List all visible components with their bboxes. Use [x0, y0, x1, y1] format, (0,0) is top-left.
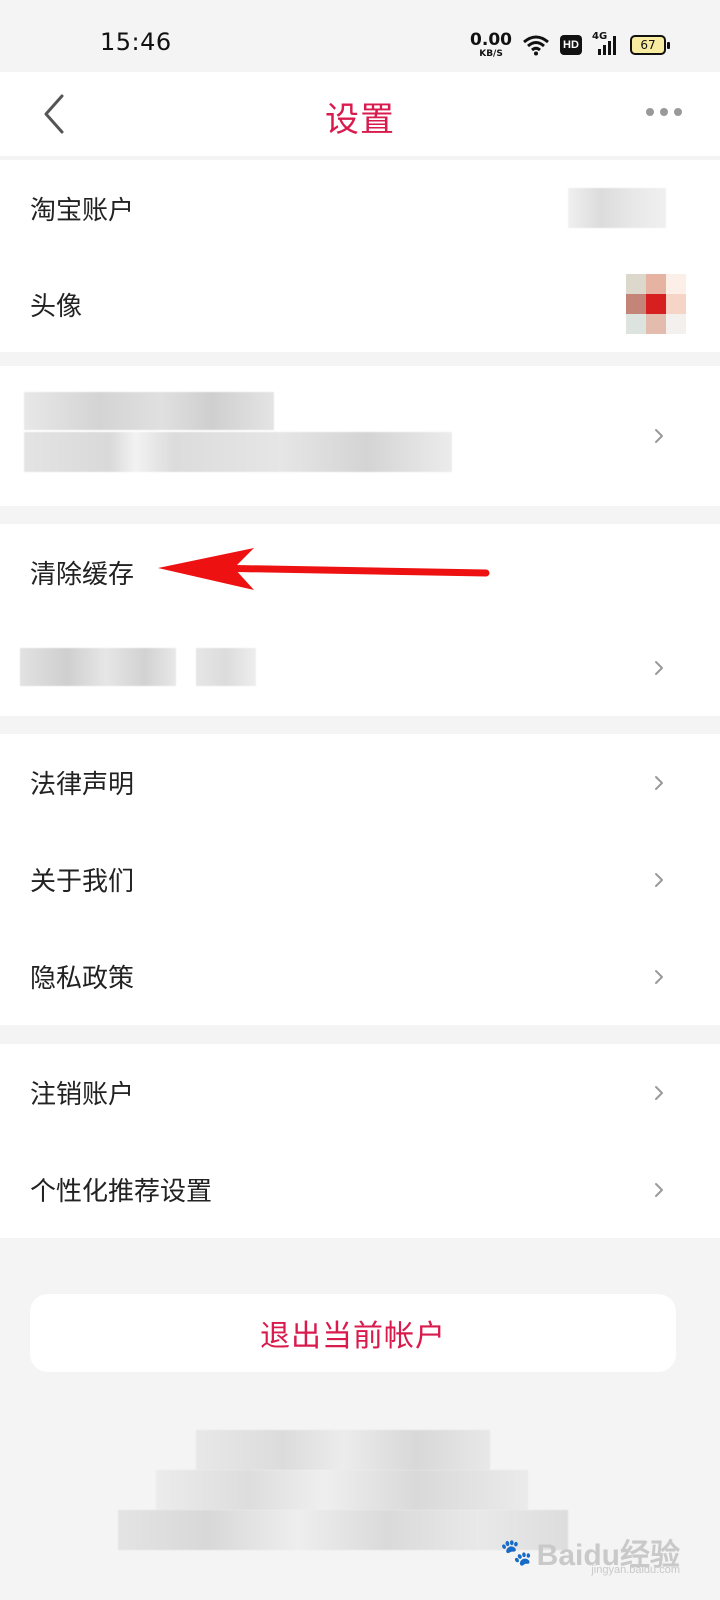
redacted-group — [0, 366, 720, 506]
taobao-account-label: 淘宝账户 — [30, 195, 135, 226]
chevron-right-icon — [655, 661, 663, 675]
net-speed: 0.00 KB/S — [470, 29, 512, 59]
wifi-icon — [523, 35, 549, 56]
page-title: 设置 — [325, 100, 395, 140]
more-dots-icon — [646, 108, 682, 116]
net-speed-unit: KB/S — [479, 48, 503, 59]
account-group: 淘宝账户 头像 — [0, 160, 720, 352]
about-group: 法律声明 关于我们 隐私政策 — [0, 734, 720, 1025]
redacted-line-1 — [24, 392, 274, 430]
personalized-label: 个性化推荐设置 — [30, 1177, 213, 1207]
logout-button[interactable]: 退出当前帐户 — [30, 1294, 676, 1372]
clear-cache-label: 清除缓存 — [30, 559, 135, 590]
status-bar: 15:46 0.00 KB/S HD 4G 67 — [0, 0, 720, 72]
about-us-row[interactable]: 关于我们 — [0, 831, 720, 928]
personalized-recommendation-row[interactable]: 个性化推荐设置 — [0, 1141, 720, 1238]
legal-label: 法律声明 — [30, 770, 135, 800]
chevron-right-icon — [655, 776, 663, 790]
privacy-label: 隐私政策 — [30, 964, 135, 994]
more-button[interactable] — [644, 102, 684, 122]
deregister-row[interactable]: 注销账户 — [0, 1044, 720, 1141]
chevron-right-icon — [655, 873, 663, 887]
chevron-right-icon — [655, 429, 663, 443]
redacted-storage-row[interactable] — [0, 620, 720, 716]
taobao-account-row[interactable]: 淘宝账户 — [0, 160, 720, 256]
chevron-right-icon — [655, 1183, 663, 1197]
battery-indicator: 67 — [630, 35, 670, 55]
deregister-label: 注销账户 — [30, 1080, 135, 1110]
legal-row[interactable]: 法律声明 — [0, 734, 720, 831]
redacted-footer-2 — [156, 1470, 528, 1510]
net-speed-value: 0.00 — [470, 29, 512, 50]
redacted-row[interactable] — [0, 366, 720, 506]
chevron-right-icon — [655, 970, 663, 984]
baidu-watermark: 🐾 Baidu经验 jingyan.baidu.com — [500, 1530, 680, 1577]
chevron-right-icon — [655, 1086, 663, 1100]
redacted-storage-text — [20, 648, 176, 686]
status-time: 15:46 — [100, 28, 172, 56]
paw-icon: 🐾 — [500, 1536, 533, 1567]
annotation-arrow — [158, 548, 490, 590]
redacted-footer-1 — [196, 1430, 490, 1470]
avatar — [626, 274, 686, 334]
avatar-row[interactable]: 头像 — [0, 256, 720, 352]
avatar-label: 头像 — [30, 291, 83, 322]
redacted-storage-text-2 — [196, 648, 256, 686]
account-actions-group: 注销账户 个性化推荐设置 — [0, 1044, 720, 1238]
watermark-url: jingyan.baidu.com — [591, 1564, 680, 1576]
status-icons: 0.00 KB/S HD 4G 67 — [470, 28, 670, 62]
hd-icon: HD — [560, 35, 582, 55]
privacy-row[interactable]: 隐私政策 — [0, 928, 720, 1025]
signal-icon: 4G — [592, 31, 620, 57]
about-us-label: 关于我们 — [30, 867, 135, 897]
header: 设置 — [0, 72, 720, 156]
redacted-line-2 — [24, 432, 452, 472]
account-name-redacted — [568, 188, 666, 228]
